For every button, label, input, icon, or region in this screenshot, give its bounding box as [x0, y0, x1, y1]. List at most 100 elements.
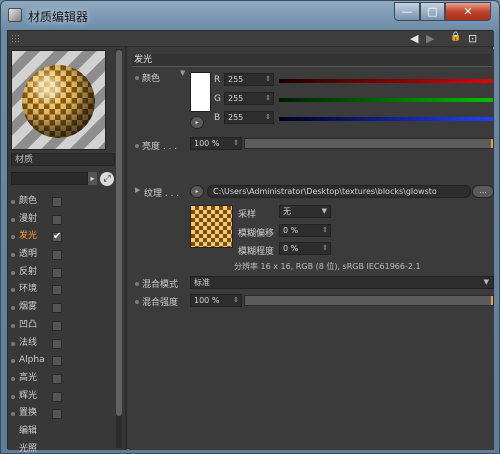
channel-item[interactable]: 编辑: [8, 423, 114, 441]
expand-triangle-icon[interactable]: ▼: [180, 69, 185, 77]
lock-icon[interactable]: 🔒: [450, 32, 461, 42]
channel-checkbox[interactable]: [52, 303, 62, 314]
green-slider[interactable]: [279, 98, 493, 102]
blend-mode-label: 混合模式: [142, 280, 179, 290]
forward-arrow-icon[interactable]: ▶: [426, 32, 434, 45]
preview-sphere: [22, 65, 95, 138]
texture-label: 纹理 . . .: [144, 189, 180, 199]
channel-sidebar: 材质 ▸ ⤢ 颜色 漫射 发光 ✔ 透明 反射 环境 烟雾 凹凸 法线 Alpha…: [8, 47, 125, 453]
color-swatch[interactable]: [190, 72, 211, 112]
brightness-slider[interactable]: [244, 138, 494, 149]
section-title: 发光: [132, 54, 492, 67]
bullet-icon: [11, 306, 15, 311]
b-value-field[interactable]: 255 ⇕: [224, 111, 274, 124]
bullet-icon: [11, 359, 15, 364]
bullet-icon: [135, 282, 139, 286]
blend-strength-label: 混合强度: [142, 298, 179, 308]
blur-scale-field[interactable]: 0 % ⇕: [279, 242, 331, 255]
texture-info: 分辨率 16 x 16, RGB (8 位), sRGB IEC61966-2.…: [234, 262, 421, 271]
slider-end-marker: [491, 139, 493, 148]
material-editor-window: 材质编辑器 — □ ✕ ◀ ▶ 🔒 ⊡ 材质 ▸ ⤢ 颜色 漫射 发光✔ 透明: [0, 0, 500, 454]
channel-item[interactable]: 颜色: [8, 193, 114, 211]
channel-checkbox-checked[interactable]: ✔: [52, 232, 62, 243]
red-slider[interactable]: [279, 79, 493, 83]
blur-offset-label: 模糊偏移: [238, 229, 275, 239]
texture-thumbnail[interactable]: [190, 205, 233, 248]
bullet-icon: [11, 253, 15, 258]
blend-strength-slider[interactable]: [244, 295, 494, 306]
channel-item[interactable]: 法线: [8, 335, 114, 353]
sidebar-scrollbar[interactable]: [116, 49, 122, 448]
selector-arrow-button[interactable]: ▸: [88, 172, 97, 185]
blend-strength-field[interactable]: 100 % ⇕: [190, 294, 242, 307]
panel-divider[interactable]: [125, 47, 127, 450]
channel-checkbox[interactable]: [52, 267, 62, 278]
bullet-icon: [11, 323, 15, 328]
sampling-label: 采样: [238, 210, 257, 220]
sampling-dropdown[interactable]: 无 ▼: [279, 205, 331, 218]
back-arrow-icon[interactable]: ◀: [410, 32, 418, 45]
channel-checkbox[interactable]: [52, 285, 62, 296]
bullet-icon: [135, 144, 139, 148]
bullet-icon: [11, 217, 15, 222]
channel-item[interactable]: 高光: [8, 370, 114, 388]
texture-options-button[interactable]: ▸: [190, 185, 204, 198]
channel-item[interactable]: 发光 ✔: [8, 228, 114, 246]
brightness-value-field[interactable]: 100 % ⇕: [190, 137, 242, 150]
r-value-field[interactable]: 255 ⇕: [224, 73, 274, 86]
channel-item[interactable]: 环境: [8, 281, 114, 299]
blur-offset-field[interactable]: 0 % ⇕: [279, 224, 331, 237]
editor-toolbar: ◀ ▶ 🔒 ⊡: [8, 31, 494, 47]
channel-checkbox[interactable]: [52, 356, 62, 367]
r-label: R: [214, 75, 221, 85]
close-button[interactable]: ✕: [445, 2, 491, 21]
new-window-icon[interactable]: ⊡: [468, 32, 477, 45]
channel-item[interactable]: 光照: [8, 441, 114, 453]
browse-button[interactable]: ...: [472, 185, 494, 198]
channel-item[interactable]: Alpha: [8, 352, 114, 370]
maximize-button[interactable]: □: [420, 2, 445, 21]
bullet-icon: [11, 341, 15, 346]
channel-item[interactable]: 辉光: [8, 388, 114, 406]
bullet-icon: [11, 394, 15, 399]
expand-triangle-icon[interactable]: ▶: [135, 186, 140, 194]
channel-item[interactable]: 凹凸: [8, 317, 114, 335]
channel-checkbox[interactable]: [52, 197, 62, 207]
grip-icon[interactable]: [11, 34, 21, 43]
material-preview[interactable]: [11, 50, 106, 150]
bullet-icon: [11, 376, 15, 381]
material-selector-field[interactable]: [11, 172, 88, 185]
channel-item[interactable]: 漫射: [8, 211, 114, 229]
title-bar[interactable]: 材质编辑器 — □ ✕: [1, 1, 499, 29]
blend-mode-dropdown[interactable]: 标准 ▼: [190, 276, 494, 289]
scrollbar-thumb[interactable]: [116, 50, 122, 416]
window-title: 材质编辑器: [28, 10, 89, 24]
channel-item[interactable]: 烟雾: [8, 299, 114, 317]
channel-item[interactable]: 透明: [8, 246, 114, 264]
bullet-icon: [135, 300, 139, 304]
picker-icon[interactable]: ⤢: [100, 172, 114, 186]
channel-checkbox[interactable]: [52, 250, 62, 261]
g-value-field[interactable]: 255 ⇕: [224, 92, 274, 105]
editor-client: ◀ ▶ 🔒 ⊡ 材质 ▸ ⤢ 颜色 漫射 发光 ✔ 透明 反射 环境 烟雾 凹凸 …: [7, 30, 494, 453]
channel-checkbox[interactable]: [52, 320, 62, 331]
bullet-icon: [11, 288, 15, 293]
channel-checkbox[interactable]: [52, 373, 62, 384]
blue-slider[interactable]: [279, 117, 493, 121]
channel-checkbox[interactable]: [52, 409, 62, 420]
channel-checkbox[interactable]: [52, 391, 62, 402]
g-label: G: [214, 94, 221, 104]
channel-checkbox[interactable]: [52, 214, 62, 225]
channel-item[interactable]: 置换: [8, 405, 114, 423]
channel-checkbox[interactable]: [52, 338, 62, 349]
luminance-panel: 发光 颜色 ▼ ▸ R 255 ⇕ G 255 ⇕ B 255 ⇕ 亮度 . . . …: [129, 49, 494, 450]
texture-path-field[interactable]: C:\Users\Administrator\Desktop\textures\…: [207, 185, 471, 198]
channel-list: 颜色 漫射 发光 ✔ 透明 反射 环境 烟雾 凹凸 法线 Alpha 高光 辉光 …: [8, 193, 114, 453]
b-label: B: [214, 113, 221, 123]
app-icon: [8, 8, 22, 22]
channel-item[interactable]: 反射: [8, 264, 114, 282]
minimize-button[interactable]: —: [394, 2, 420, 21]
material-name-field[interactable]: 材质: [11, 153, 115, 166]
color-label: 颜色: [142, 74, 161, 84]
color-options-button[interactable]: ▸: [190, 116, 204, 129]
